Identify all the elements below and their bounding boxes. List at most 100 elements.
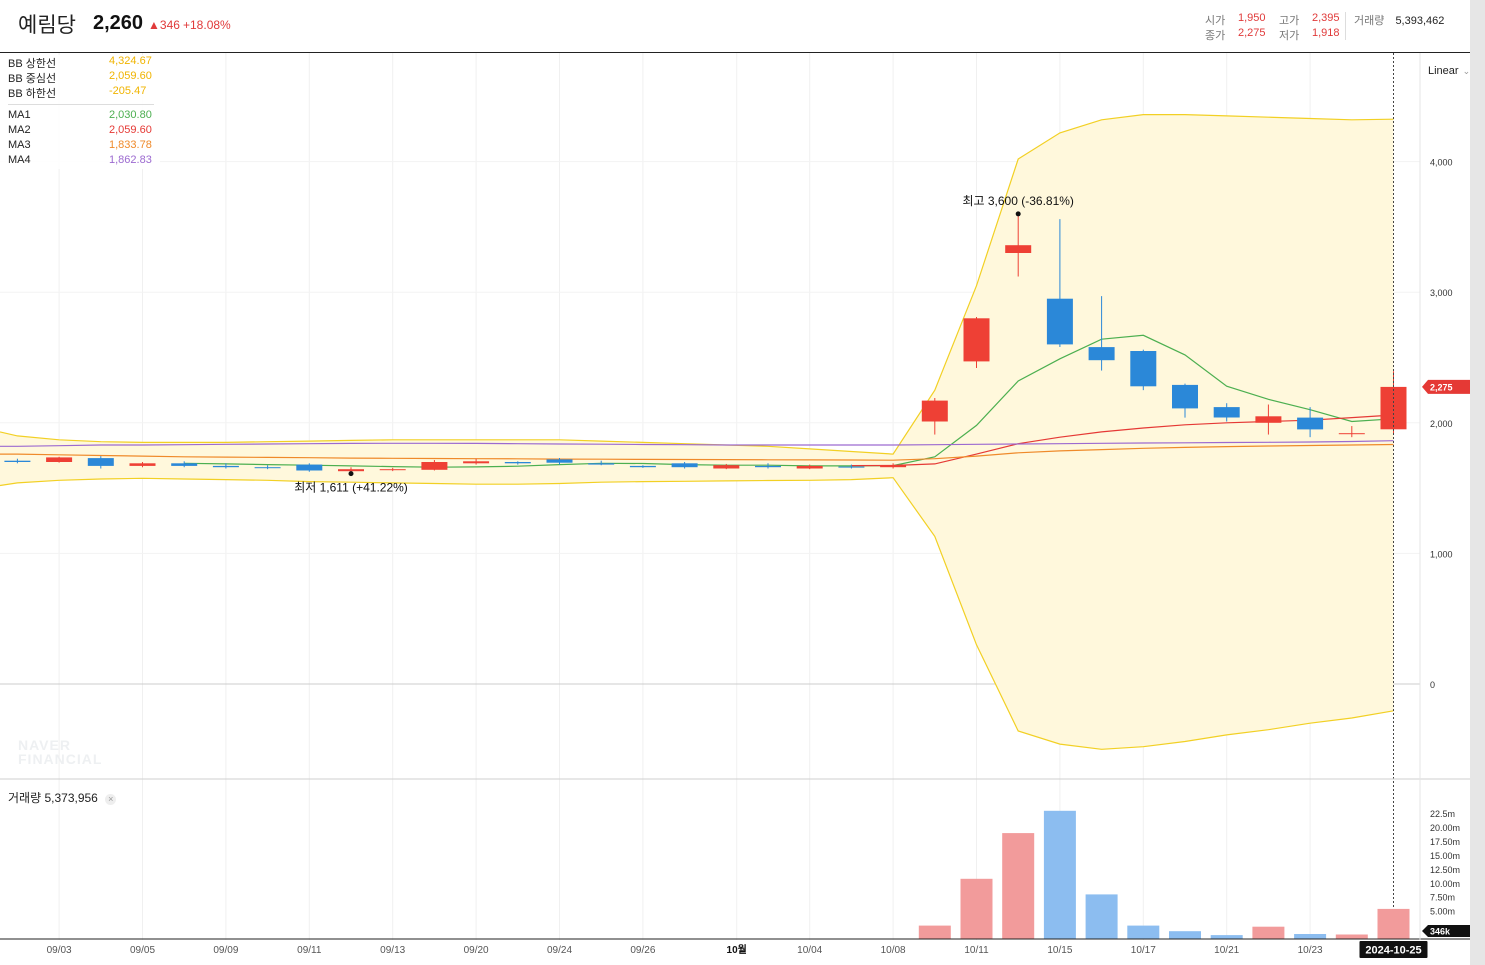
candle-body bbox=[1297, 417, 1324, 430]
volume-bar bbox=[1127, 925, 1160, 939]
x-tick-label: 10/23 bbox=[1298, 945, 1323, 956]
window-scrollbar[interactable] bbox=[1470, 0, 1485, 965]
stock-header: 예림당 2,260 ▲346 +18.08% 시가 1,950 고가 2,395… bbox=[0, 0, 1485, 53]
legend-value: 1,833.78 bbox=[109, 139, 152, 151]
x-tick-label: 09/05 bbox=[130, 945, 155, 956]
legend-value: 2,030.80 bbox=[109, 109, 152, 121]
candle-body bbox=[880, 465, 907, 468]
volume-bar bbox=[1252, 926, 1285, 939]
ohlc-close-label: 종가 bbox=[1205, 30, 1226, 42]
candle-body bbox=[1338, 433, 1365, 435]
legend-label: MA4 bbox=[8, 154, 31, 166]
legend-value: 1,862.83 bbox=[109, 154, 152, 166]
volume-tick-label: 7.50m bbox=[1430, 893, 1455, 903]
x-tick-label: 10/04 bbox=[797, 945, 822, 956]
candle-body bbox=[87, 458, 114, 466]
header-divider bbox=[1345, 12, 1346, 40]
legend-bb-lower: BB 하한선 -205.47 bbox=[0, 85, 160, 100]
candle-body bbox=[588, 463, 615, 465]
volume-tick-label: 17.50m bbox=[1430, 837, 1460, 847]
x-tick-label: 09/26 bbox=[630, 945, 655, 956]
legend-value: 2,059.60 bbox=[109, 124, 152, 136]
legend-label: MA1 bbox=[8, 109, 31, 121]
candle-body bbox=[212, 465, 239, 468]
candle-body bbox=[1046, 298, 1073, 345]
y-tick-label: 3,000 bbox=[1430, 288, 1453, 298]
x-tick-label: 10/15 bbox=[1047, 945, 1072, 956]
legend-divider bbox=[8, 104, 154, 105]
up-arrow-icon: ▲ bbox=[148, 18, 160, 32]
candle-body bbox=[1130, 351, 1157, 387]
volume-bar bbox=[1043, 810, 1076, 939]
candle-body bbox=[46, 457, 73, 462]
scale-mode-select[interactable]: Linear ⌄ bbox=[1428, 65, 1470, 77]
candle-body bbox=[713, 465, 740, 469]
ohlc-low: 저가 1,918 bbox=[1279, 27, 1340, 43]
candle-body bbox=[4, 460, 31, 462]
candle-body bbox=[629, 465, 656, 468]
y-tick-label: 0 bbox=[1430, 680, 1435, 690]
candle-body bbox=[463, 461, 490, 464]
legend-ma2: MA2 2,059.60 bbox=[0, 124, 160, 139]
legend-label: MA2 bbox=[8, 124, 31, 136]
legend-value: -205.47 bbox=[109, 85, 147, 97]
volume-tick-label: 22.5m bbox=[1430, 809, 1455, 819]
x-tick-label: 09/09 bbox=[213, 945, 238, 956]
y-tick-label: 1,000 bbox=[1430, 549, 1453, 559]
volume-tick-label: 12.50m bbox=[1430, 865, 1460, 875]
legend-ma3: MA3 1,833.78 bbox=[0, 139, 160, 154]
ohlc-close: 종가 2,275 bbox=[1205, 27, 1266, 43]
ohlc-high-value: 2,395 bbox=[1312, 12, 1340, 24]
candle-body bbox=[755, 465, 781, 468]
current-price: 2,260 bbox=[93, 12, 144, 34]
candle-body bbox=[1255, 416, 1282, 423]
y-tick-label: 4,000 bbox=[1430, 158, 1453, 168]
price-change-pct: +18.08% bbox=[183, 18, 231, 32]
x-tick-label: 10/08 bbox=[881, 945, 906, 956]
volume-panel-label: 거래량 5,373,956 × bbox=[8, 789, 117, 806]
legend-label: BB 상한선 bbox=[8, 58, 57, 70]
chart-canvas[interactable]: 최고 3,600 (-36.81%) 최저 1,611 (+41.22%) 0 1,0… bbox=[0, 0, 1485, 965]
watermark-line: NAVER bbox=[18, 737, 71, 753]
x-tick-label: 09/24 bbox=[547, 945, 572, 956]
ohlc-open-label: 시가 bbox=[1205, 15, 1226, 27]
candle-body bbox=[254, 467, 281, 469]
volume-panel-value: 5,373,956 bbox=[44, 791, 98, 805]
candle-body bbox=[338, 469, 364, 472]
legend-ma4: MA4 1,862.83 bbox=[0, 154, 160, 169]
candle-body bbox=[796, 465, 823, 469]
x-tick-label: 10월 bbox=[727, 944, 747, 956]
volume-bar bbox=[1335, 934, 1368, 939]
candle-body bbox=[129, 463, 156, 466]
ohlc-open-value: 1,950 bbox=[1238, 12, 1266, 24]
annotation-low-label: 최저 1,611 (+41.22%) bbox=[294, 481, 408, 495]
x-tick-label: 09/20 bbox=[464, 945, 489, 956]
candle-body bbox=[963, 318, 990, 362]
scale-mode-label: Linear bbox=[1428, 65, 1459, 77]
annotation-dot bbox=[1015, 211, 1021, 217]
candle-body bbox=[504, 462, 531, 464]
legend-value: 2,059.60 bbox=[109, 70, 152, 82]
x-tick-label: 09/13 bbox=[380, 945, 405, 956]
legend-ma1: MA1 2,030.80 bbox=[0, 109, 160, 124]
candle-body bbox=[1172, 384, 1198, 409]
candle-body bbox=[421, 462, 448, 470]
volume-bar bbox=[1002, 833, 1035, 939]
legend-value: 4,324.67 bbox=[109, 55, 152, 67]
current-date-tag-label: 2024-10-25 bbox=[1365, 945, 1421, 957]
candle-body bbox=[546, 459, 573, 463]
volume-tick-label: 15.00m bbox=[1430, 851, 1460, 861]
close-icon[interactable]: × bbox=[105, 794, 117, 805]
ohlc-volume-value: 5,393,462 bbox=[1395, 15, 1445, 27]
annotation-dot bbox=[348, 471, 354, 477]
volume-bar bbox=[1169, 931, 1201, 939]
legend-label: BB 하한선 bbox=[8, 88, 57, 100]
ohlc-low-label: 저가 bbox=[1279, 30, 1300, 42]
volume-bar bbox=[1294, 934, 1327, 939]
x-tick-label: 10/11 bbox=[964, 945, 989, 956]
x-tick-label: 10/21 bbox=[1214, 945, 1239, 956]
legend-bb-middle: BB 중심선 2,059.60 bbox=[0, 70, 160, 85]
indicator-legend: BB 상한선 4,324.67 BB 중심선 2,059.60 BB 하한선 -… bbox=[0, 55, 160, 169]
current-price-tag-label: 2,275 bbox=[1430, 382, 1453, 392]
ohlc-close-value: 2,275 bbox=[1238, 27, 1266, 39]
